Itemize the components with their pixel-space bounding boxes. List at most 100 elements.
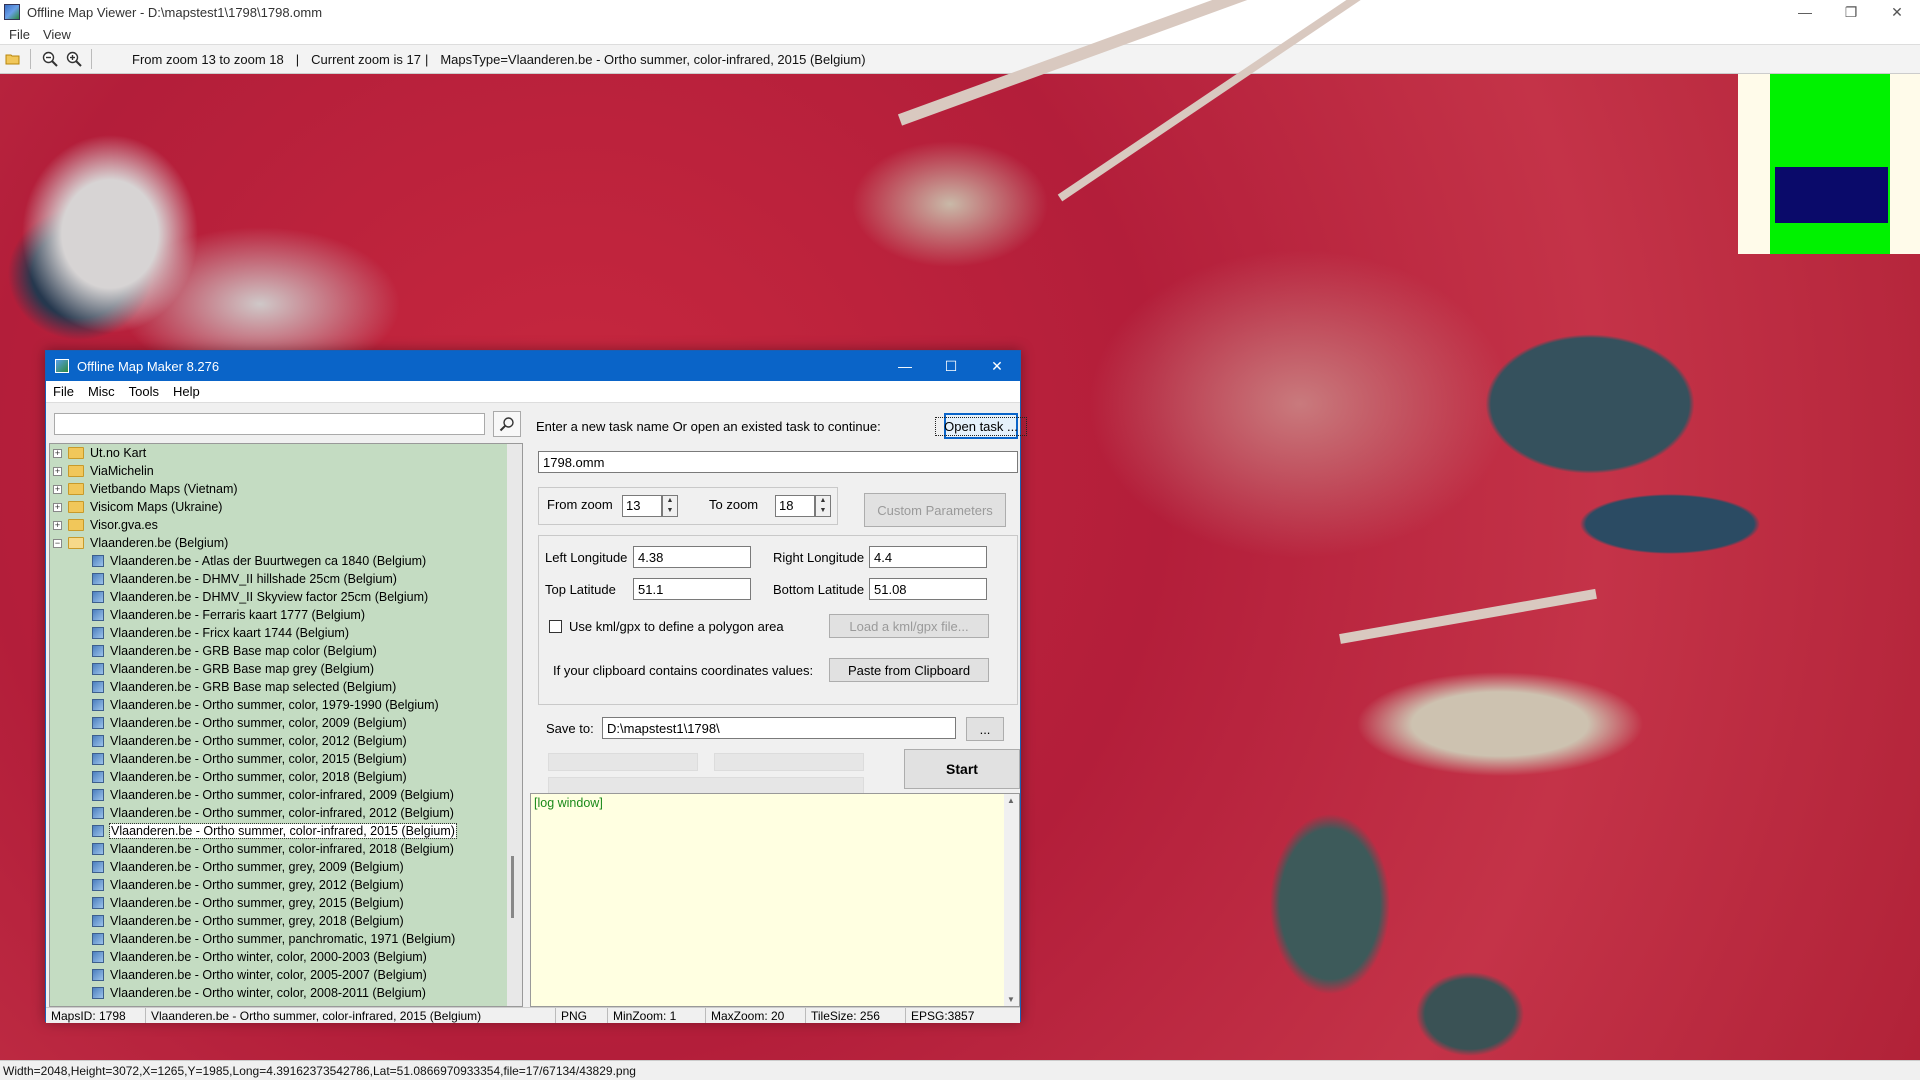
from-zoom-value[interactable]: 13	[622, 495, 662, 517]
expand-icon[interactable]: +	[53, 448, 62, 458]
paste-clipboard-button[interactable]: Paste from Clipboard	[829, 658, 989, 682]
map-tile-icon	[92, 915, 104, 927]
right-longitude-input[interactable]: 4.4	[869, 546, 987, 568]
tree-map-item[interactable]: Vlaanderen.be - DHMV_II hillshade 25cm (…	[50, 570, 508, 588]
search-input[interactable]	[54, 413, 485, 435]
custom-parameters-button[interactable]: Custom Parameters	[864, 493, 1006, 527]
log-text: [log window]	[534, 796, 603, 810]
zoom-out-icon[interactable]	[39, 48, 61, 70]
tree-map-item[interactable]: Vlaanderen.be - Ortho winter, color, 200…	[50, 984, 508, 1002]
close-icon[interactable]: ✕	[974, 351, 1020, 381]
tree-map-label: Vlaanderen.be - Ortho winter, color, 200…	[110, 968, 427, 982]
save-path-input[interactable]: D:\mapstest1\1798\	[602, 717, 956, 739]
tree-map-item[interactable]: Vlaanderen.be - GRB Base map grey (Belgi…	[50, 660, 508, 678]
left-longitude-input[interactable]: 4.38	[633, 546, 751, 568]
tree-folder-label: ViaMichelin	[90, 464, 154, 478]
to-zoom-value[interactable]: 18	[775, 495, 815, 517]
to-zoom-stepper[interactable]: 18 ▲ ▼	[775, 495, 833, 517]
tree-folder[interactable]: + Visicom Maps (Ukraine)	[50, 498, 508, 516]
top-latitude-input[interactable]: 51.1	[633, 578, 751, 600]
kml-polygon-checkbox[interactable]	[549, 620, 562, 633]
load-kml-button[interactable]: Load a kml/gpx file...	[829, 614, 989, 638]
status-map-name: Vlaanderen.be - Ortho summer, color-infr…	[146, 1008, 556, 1023]
tree-map-label: Vlaanderen.be - Ortho summer, color, 201…	[110, 770, 407, 784]
log-window[interactable]: [log window] ▲ ▼	[530, 793, 1020, 1007]
menu-file[interactable]: File	[53, 384, 74, 399]
scroll-up-icon[interactable]: ▲	[1007, 796, 1015, 805]
tree-map-label: Vlaanderen.be - Ortho summer, color, 200…	[110, 716, 407, 730]
tree-map-item[interactable]: Vlaanderen.be - Ortho summer, color-infr…	[50, 822, 508, 840]
open-task-button[interactable]: Open task ...	[935, 413, 1027, 439]
tree-map-item[interactable]: Vlaanderen.be - Ortho summer, panchromat…	[50, 930, 508, 948]
start-button[interactable]: Start	[904, 749, 1020, 789]
tree-map-item[interactable]: Vlaanderen.be - DHMV_II Skyview factor 2…	[50, 588, 508, 606]
search-icon[interactable]	[493, 411, 521, 437]
menu-misc[interactable]: Misc	[88, 384, 115, 399]
tree-map-item[interactable]: Vlaanderen.be - Ortho summer, color-infr…	[50, 786, 508, 804]
task-name-input[interactable]: 1798.omm	[538, 451, 1018, 473]
tree-folder-label: Vlaanderen.be (Belgium)	[90, 536, 229, 550]
log-scrollbar[interactable]: ▲ ▼	[1004, 794, 1019, 1006]
browse-button[interactable]: ...	[966, 717, 1004, 741]
tree-map-item[interactable]: Vlaanderen.be - Ortho summer, color, 201…	[50, 768, 508, 786]
tree-map-item[interactable]: Vlaanderen.be - Ortho summer, grey, 2009…	[50, 858, 508, 876]
toolbar-divider: |	[424, 51, 429, 67]
map-tile-icon	[92, 681, 104, 693]
scroll-down-icon[interactable]: ▼	[1007, 995, 1015, 1004]
tree-map-item[interactable]: Vlaanderen.be - Ortho winter, color, 200…	[50, 966, 508, 984]
map-tile-icon	[92, 825, 104, 837]
zoom-in-icon[interactable]	[63, 48, 85, 70]
tree-map-item[interactable]: Vlaanderen.be - Ortho summer, color, 201…	[50, 750, 508, 768]
open-folder-icon[interactable]	[2, 48, 24, 70]
overview-viewport-rect[interactable]	[1775, 167, 1888, 223]
minimize-icon[interactable]: —	[882, 351, 928, 381]
tree-map-item[interactable]: Vlaanderen.be - Fricx kaart 1744 (Belgiu…	[50, 624, 508, 642]
tree-scroll-thumb[interactable]	[511, 856, 514, 918]
tree-map-item[interactable]: Vlaanderen.be - Ortho summer, grey, 2018…	[50, 912, 508, 930]
tree-map-item[interactable]: Vlaanderen.be - Ortho summer, color, 200…	[50, 714, 508, 732]
maximize-icon[interactable]: ☐	[928, 351, 974, 381]
collapse-icon[interactable]: −	[53, 538, 62, 548]
menu-file[interactable]: File	[9, 27, 30, 42]
tree-folder[interactable]: + Visor.gva.es	[50, 516, 508, 534]
tree-map-item[interactable]: Vlaanderen.be - Ortho summer, grey, 2015…	[50, 894, 508, 912]
tree-map-item[interactable]: Vlaanderen.be - Ortho summer, color-infr…	[50, 840, 508, 858]
tree-folder[interactable]: + Vietbando Maps (Vietnam)	[50, 480, 508, 498]
map-tile-icon	[92, 861, 104, 873]
expand-icon[interactable]: +	[53, 466, 62, 476]
tree-map-item[interactable]: Vlaanderen.be - Atlas der Buurtwegen ca …	[50, 552, 508, 570]
close-icon[interactable]: ✕	[1874, 0, 1920, 24]
tree-map-item[interactable]: Vlaanderen.be - Ortho summer, color, 201…	[50, 732, 508, 750]
maps-tree[interactable]: + Ut.no Kart + ViaMichelin + Vietbando Maps (…	[49, 443, 523, 1007]
spin-arrows-icon[interactable]: ▲ ▼	[815, 495, 831, 517]
tree-map-item[interactable]: Vlaanderen.be - Ortho winter, color, 200…	[50, 948, 508, 966]
tree-map-item[interactable]: Vlaanderen.be - Ortho summer, color, 197…	[50, 696, 508, 714]
menu-view[interactable]: View	[43, 27, 71, 42]
task-prompt-label: Enter a new task name Or open an existed…	[536, 419, 881, 434]
tree-map-item[interactable]: Vlaanderen.be - Ortho summer, grey, 2012…	[50, 876, 508, 894]
tree-map-item[interactable]: Vlaanderen.be - Ferraris kaart 1777 (Bel…	[50, 606, 508, 624]
tree-map-label: Vlaanderen.be - Ortho summer, color-infr…	[109, 823, 457, 839]
menu-help[interactable]: Help	[173, 384, 200, 399]
tree-map-item[interactable]: Vlaanderen.be - GRB Base map selected (B…	[50, 678, 508, 696]
expand-icon[interactable]: +	[53, 484, 62, 494]
tree-folder[interactable]: + ViaMichelin	[50, 462, 508, 480]
tree-scrollbar[interactable]	[507, 444, 522, 1006]
tree-map-label: Vlaanderen.be - Ortho summer, color-infr…	[110, 806, 454, 820]
tree-folder[interactable]: + Ut.no Kart	[50, 444, 508, 462]
dialog-titlebar[interactable]: Offline Map Maker 8.276 — ☐ ✕	[46, 351, 1020, 381]
status-max-zoom: MaxZoom: 20	[706, 1008, 806, 1023]
expand-icon[interactable]: +	[53, 520, 62, 530]
minimize-icon[interactable]: —	[1782, 0, 1828, 24]
tree-folder-open[interactable]: − Vlaanderen.be (Belgium)	[50, 534, 508, 552]
bottom-latitude-input[interactable]: 51.08	[869, 578, 987, 600]
from-zoom-stepper[interactable]: 13 ▲ ▼	[622, 495, 680, 517]
overview-minimap[interactable]	[1738, 74, 1920, 254]
tree-map-item[interactable]: Vlaanderen.be - GRB Base map color (Belg…	[50, 642, 508, 660]
tree-map-item[interactable]: Vlaanderen.be - Ortho summer, color-infr…	[50, 804, 508, 822]
spin-arrows-icon[interactable]: ▲ ▼	[662, 495, 678, 517]
menu-tools[interactable]: Tools	[129, 384, 159, 399]
expand-icon[interactable]: +	[53, 502, 62, 512]
restore-icon[interactable]: ❐	[1828, 0, 1874, 24]
save-to-label: Save to:	[546, 721, 594, 736]
